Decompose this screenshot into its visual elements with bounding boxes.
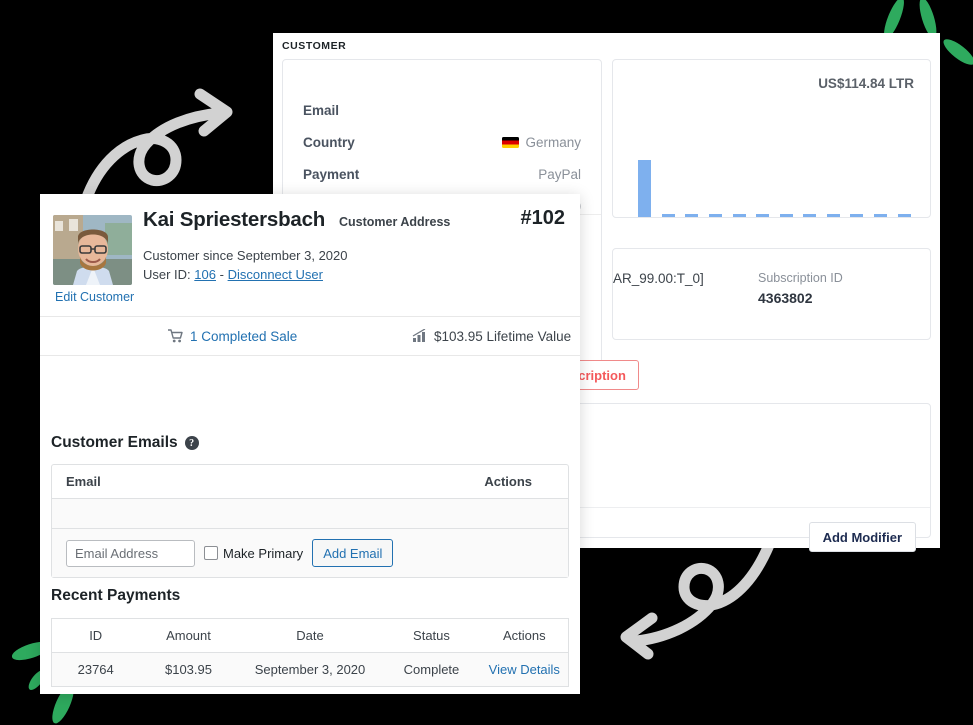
view-details-link[interactable]: View Details <box>480 652 569 687</box>
chart-bar <box>850 214 864 217</box>
user-id-line: User ID: 106 - Disconnect User <box>143 267 323 282</box>
customer-since-text: Customer since September 3, 2020 <box>143 248 348 263</box>
chart-bar <box>709 214 723 217</box>
chart-bar-slot <box>822 214 846 217</box>
subscription-id-card: AR_99.00:T_0] Subscription ID 4363802 <box>612 248 931 340</box>
edit-customer-link[interactable]: Edit Customer <box>55 290 134 304</box>
payment-date: September 3, 2020 <box>237 652 383 687</box>
chart-bar-slot <box>704 214 728 217</box>
curly-arrow-icon <box>80 88 233 203</box>
payment-amount: $103.95 <box>139 652 238 687</box>
customer-emails-table: Email Actions Make Primary Add Email <box>51 464 569 578</box>
add-email-button[interactable]: Add Email <box>312 539 394 567</box>
shopping-cart-icon <box>168 329 183 343</box>
customer-number: #102 <box>520 207 566 229</box>
customer-card-window: Edit Customer Kai Spriestersbach Custome… <box>40 194 580 694</box>
table-row <box>52 499 568 529</box>
email-input[interactable] <box>66 539 195 567</box>
user-id-label: User ID: <box>143 267 191 282</box>
recent-payments-heading: Recent Payments <box>51 587 181 604</box>
detail-label: Email <box>303 102 340 118</box>
add-modifier-button[interactable]: Add Modifier <box>808 522 916 552</box>
chart-bar <box>779 214 793 217</box>
chart-bar-slot <box>892 214 916 217</box>
detail-value: PayPal <box>538 166 581 182</box>
column-header-amount: Amount <box>139 618 238 653</box>
user-id-link[interactable]: 106 <box>194 267 216 282</box>
chart-total-label: US$114.84 LTR <box>818 76 914 91</box>
chart-bar-slot <box>869 214 893 217</box>
table-header-row: Email Actions <box>52 465 568 499</box>
column-header-status: Status <box>382 618 481 653</box>
detail-value-wrap: Germany <box>502 135 581 150</box>
customer-address-label: Customer Address <box>339 215 451 229</box>
column-header-email: Email <box>66 474 101 489</box>
chart-bar-slot <box>633 160 657 217</box>
customer-stats-row: 1 Completed Sale $103.95 Lifetime Value <box>40 316 580 356</box>
chart-bar-slot <box>798 214 822 217</box>
chart-bar <box>685 214 699 217</box>
column-header-actions: Actions <box>484 474 532 489</box>
detail-row-country: Country Germany <box>303 126 581 158</box>
chart-bar <box>756 214 770 217</box>
make-primary-label: Make Primary <box>223 545 304 561</box>
chart-bar <box>874 214 888 217</box>
customer-section-eyebrow: CUSTOMER <box>282 40 347 52</box>
customer-emails-title: Customer Emails <box>51 434 178 451</box>
completed-sales-label: 1 Completed Sale <box>190 328 298 344</box>
chart-bar <box>661 214 675 217</box>
table-header-row: ID Amount Date Status Actions <box>51 618 569 653</box>
table-row: 23764 $103.95 September 3, 2020 Complete… <box>51 652 569 687</box>
chart-bar <box>638 160 652 217</box>
recent-payments-table: ID Amount Date Status Actions 23764 $103… <box>51 618 569 687</box>
screenshot-stage: CUSTOMER Email Country Germany Payment P… <box>0 0 973 725</box>
detail-row-payment: Payment PayPal <box>303 158 581 190</box>
customer-emails-heading: Customer Emails ? <box>51 434 199 452</box>
subscription-id-label: Subscription ID <box>758 271 843 285</box>
chart-bar <box>732 214 746 217</box>
payment-status: Complete <box>382 652 481 687</box>
completed-sales-stat[interactable]: 1 Completed Sale <box>168 329 297 344</box>
detail-value: Germany <box>525 134 581 150</box>
disconnect-user-link[interactable]: Disconnect User <box>228 267 323 282</box>
germany-flag-icon <box>502 136 520 148</box>
customer-profile-header: Edit Customer Kai Spriestersbach Custome… <box>40 194 580 316</box>
payment-id: 23764 <box>51 652 140 687</box>
column-header-date: Date <box>237 618 383 653</box>
revenue-bar-chart <box>633 122 916 217</box>
page-title: Kai Spriestersbach <box>143 208 326 231</box>
subscription-code: AR_99.00:T_0] <box>613 271 704 286</box>
detail-label: Payment <box>303 166 360 182</box>
add-email-form-row: Make Primary Add Email <box>52 529 568 577</box>
help-icon[interactable]: ? <box>184 436 199 450</box>
avatar <box>53 215 132 285</box>
detail-row-email: Email <box>303 94 581 126</box>
lifetime-value-stat: $103.95 Lifetime Value <box>412 329 571 344</box>
detail-label: Country <box>303 134 355 150</box>
chart-bar-slot <box>657 214 681 217</box>
curly-arrow-icon <box>620 540 775 660</box>
subscription-id-value: 4363802 <box>758 290 813 306</box>
bar-chart-icon <box>412 329 426 342</box>
chart-bar-slot <box>751 214 775 217</box>
make-primary-checkbox-wrap[interactable]: Make Primary <box>204 546 303 561</box>
chart-bar <box>897 214 911 217</box>
separator-dash: - <box>219 267 224 282</box>
chart-bar-slot <box>680 214 704 217</box>
column-header-actions: Actions <box>480 618 569 653</box>
column-header-id: ID <box>51 618 140 653</box>
chart-bar-slot <box>727 214 751 217</box>
chart-bar <box>826 214 840 217</box>
lifetime-value-label: $103.95 Lifetime Value <box>434 328 572 344</box>
chart-bar <box>803 214 817 217</box>
make-primary-checkbox[interactable] <box>204 546 218 560</box>
lifetime-revenue-chart-card: US$114.84 LTR <box>612 59 931 218</box>
chart-bar-slot <box>774 214 798 217</box>
chart-bar-slot <box>845 214 869 217</box>
